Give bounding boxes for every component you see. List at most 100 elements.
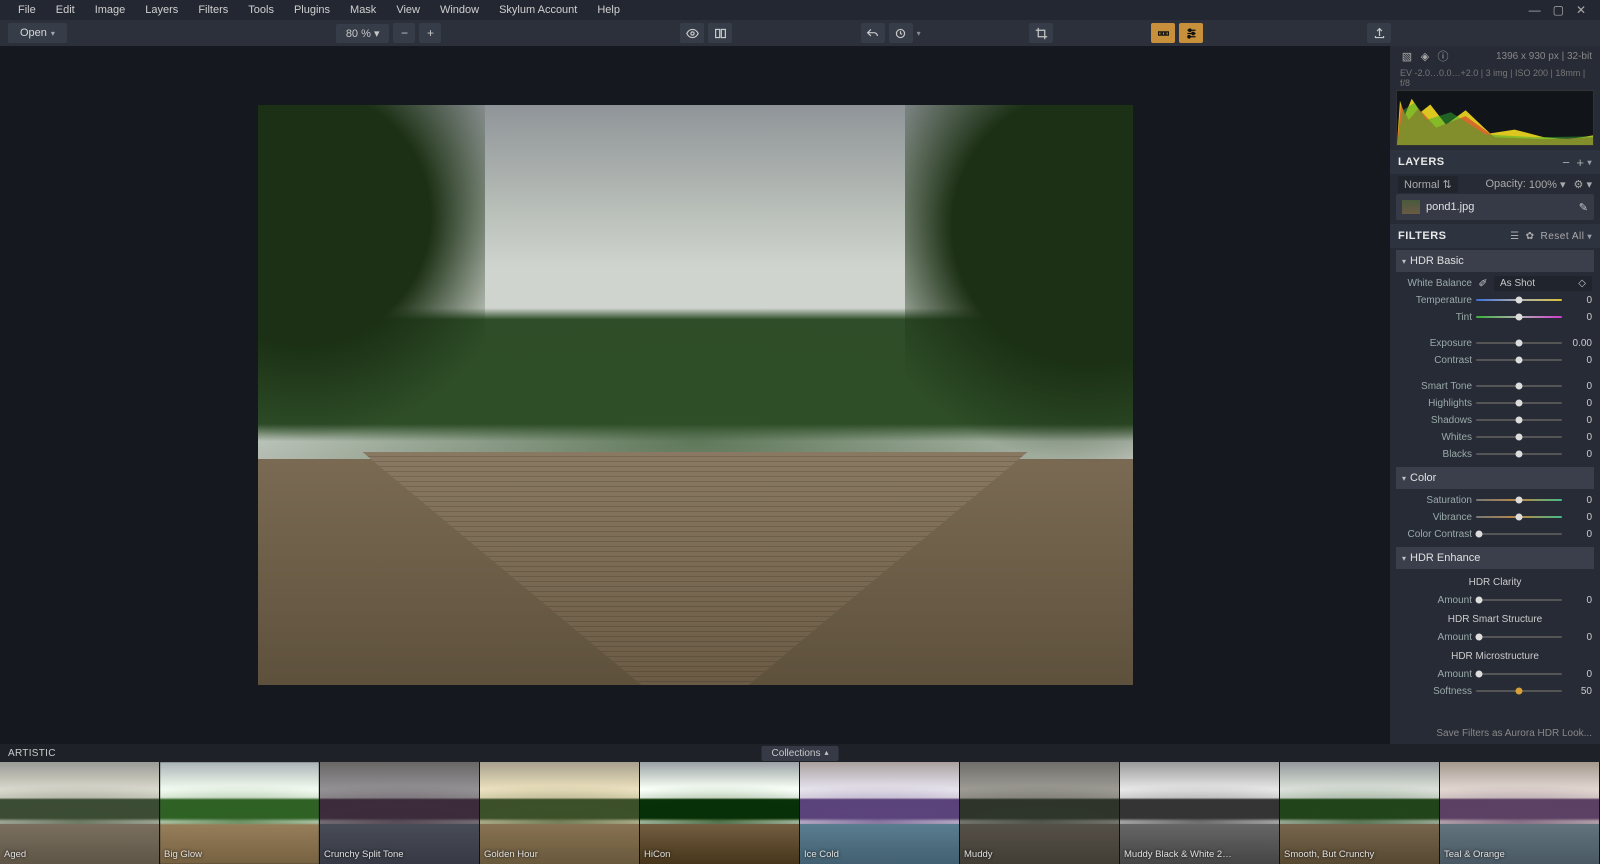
menu-file[interactable]: File bbox=[8, 1, 46, 19]
side-panel: ▧ ◈ ⓘ 1396 x 930 px | 32-bit EV -2.0…0.0… bbox=[1390, 46, 1600, 744]
filter-add-icon[interactable]: ✿ bbox=[1526, 231, 1535, 242]
slider-saturation[interactable] bbox=[1476, 499, 1562, 501]
menu-image[interactable]: Image bbox=[85, 1, 136, 19]
reset-all[interactable]: Reset All bbox=[1541, 231, 1585, 242]
wb-label: White Balance bbox=[1398, 278, 1472, 289]
preset-label: Aged bbox=[4, 849, 26, 860]
opacity-value[interactable]: 100% ▾ bbox=[1529, 178, 1566, 191]
section-color[interactable]: Color bbox=[1396, 467, 1594, 489]
blend-mode[interactable]: Normal ⇅ bbox=[1398, 176, 1458, 193]
minimize-icon[interactable]: — bbox=[1523, 0, 1547, 20]
maximize-icon[interactable]: ▢ bbox=[1547, 0, 1570, 20]
slider-softness[interactable] bbox=[1476, 690, 1562, 692]
crop-icon[interactable] bbox=[1029, 23, 1053, 43]
toolbar: Open 80 % ▾ − + ▾ bbox=[0, 20, 1600, 46]
menu-layers[interactable]: Layers bbox=[135, 1, 188, 19]
menu-help[interactable]: Help bbox=[587, 1, 630, 19]
eyedropper-icon[interactable]: ✐ bbox=[1476, 277, 1490, 290]
layers-header[interactable]: LAYERS −+ bbox=[1390, 150, 1600, 174]
add-layer-icon[interactable]: + bbox=[1576, 155, 1584, 170]
slider-color-contrast[interactable] bbox=[1476, 533, 1562, 535]
sub-micro: HDR Microstructure bbox=[1398, 647, 1592, 664]
opacity-label: Opacity: bbox=[1485, 178, 1525, 190]
menu-account[interactable]: Skylum Account bbox=[489, 1, 587, 19]
open-button[interactable]: Open bbox=[8, 23, 67, 43]
preset-item[interactable]: Ice Cold bbox=[800, 762, 960, 864]
menu-bar: File Edit Image Layers Filters Tools Plu… bbox=[0, 0, 1600, 20]
zoom-in-button[interactable]: + bbox=[419, 23, 441, 43]
exif-info: EV -2.0…0.0…+2.0 | 3 img | ISO 200 | 18m… bbox=[1390, 66, 1600, 90]
menu-edit[interactable]: Edit bbox=[46, 1, 85, 19]
filters-header[interactable]: FILTERS ☰ ✿ Reset All bbox=[1390, 224, 1600, 248]
slider-shadows[interactable] bbox=[1476, 419, 1562, 421]
histogram[interactable] bbox=[1396, 90, 1594, 146]
preset-item[interactable]: Muddy Black & White 2… bbox=[1120, 762, 1280, 864]
preset-label: Golden Hour bbox=[484, 849, 538, 860]
menu-mask[interactable]: Mask bbox=[340, 1, 386, 19]
preset-item[interactable]: Smooth, But Crunchy bbox=[1280, 762, 1440, 864]
preset-item[interactable]: Crunchy Split Tone bbox=[320, 762, 480, 864]
undo-icon[interactable] bbox=[861, 23, 885, 43]
preset-label: Muddy bbox=[964, 849, 993, 860]
canvas-area[interactable] bbox=[0, 46, 1390, 744]
save-look-link[interactable]: Save Filters as Aurora HDR Look... bbox=[1390, 723, 1600, 744]
preset-category[interactable]: ARTISTIC bbox=[8, 748, 56, 759]
share-icon[interactable] bbox=[1367, 23, 1391, 43]
menu-view[interactable]: View bbox=[386, 1, 430, 19]
zoom-out-button[interactable]: − bbox=[393, 23, 415, 43]
slider-clarity-amount[interactable] bbox=[1476, 599, 1562, 601]
slider-temperature[interactable] bbox=[1476, 299, 1562, 301]
preset-label: Muddy Black & White 2… bbox=[1124, 849, 1232, 860]
image-info-icon[interactable]: ▧ bbox=[1398, 50, 1416, 63]
collections-button[interactable]: Collections▴ bbox=[762, 746, 839, 761]
preset-label: Big Glow bbox=[164, 849, 202, 860]
slider-tint[interactable] bbox=[1476, 316, 1562, 318]
close-icon[interactable]: ✕ bbox=[1570, 0, 1592, 20]
filter-menu-icon[interactable]: ☰ bbox=[1510, 231, 1519, 242]
adjust-panel-icon[interactable] bbox=[1179, 23, 1203, 43]
section-hdr-basic[interactable]: HDR Basic bbox=[1396, 250, 1594, 272]
preset-label: Teal & Orange bbox=[1444, 849, 1505, 860]
compare-icon[interactable] bbox=[708, 23, 732, 43]
zoom-display[interactable]: 80 % ▾ bbox=[336, 24, 390, 43]
preset-label: HiCon bbox=[644, 849, 670, 860]
slider-highlights[interactable] bbox=[1476, 402, 1562, 404]
slider-contrast[interactable] bbox=[1476, 359, 1562, 361]
photo-preview bbox=[258, 105, 1133, 685]
menu-plugins[interactable]: Plugins bbox=[284, 1, 340, 19]
preset-item[interactable]: HiCon bbox=[640, 762, 800, 864]
menu-tools[interactable]: Tools bbox=[238, 1, 284, 19]
layer-row[interactable]: pond1.jpg ✎ bbox=[1396, 194, 1594, 220]
sub-clarity: HDR Clarity bbox=[1398, 573, 1592, 590]
sub-smart: HDR Smart Structure bbox=[1398, 610, 1592, 627]
preset-item[interactable]: Muddy bbox=[960, 762, 1120, 864]
menu-filters[interactable]: Filters bbox=[188, 1, 238, 19]
layer-thumb bbox=[1402, 200, 1420, 214]
info-icon[interactable]: ⓘ bbox=[1434, 48, 1452, 64]
preset-item[interactable]: Aged bbox=[0, 762, 160, 864]
image-dimensions: 1396 x 930 px | 32-bit bbox=[1496, 51, 1592, 62]
section-hdr-enhance[interactable]: HDR Enhance bbox=[1396, 547, 1594, 569]
slider-whites[interactable] bbox=[1476, 436, 1562, 438]
presets-panel-icon[interactable] bbox=[1151, 23, 1175, 43]
wb-select[interactable]: As Shot◇ bbox=[1494, 276, 1592, 291]
slider-smart-amount[interactable] bbox=[1476, 636, 1562, 638]
brush-icon[interactable]: ✎ bbox=[1579, 201, 1588, 214]
history-icon[interactable] bbox=[889, 23, 913, 43]
collapse-icon[interactable]: − bbox=[1562, 155, 1570, 170]
menu-window[interactable]: Window bbox=[430, 1, 489, 19]
preset-item[interactable]: Big Glow bbox=[160, 762, 320, 864]
slider-smarttone[interactable] bbox=[1476, 385, 1562, 387]
preset-item[interactable]: Golden Hour bbox=[480, 762, 640, 864]
slider-vibrance[interactable] bbox=[1476, 516, 1562, 518]
layer-settings-icon[interactable]: ⚙ ▾ bbox=[1574, 178, 1592, 191]
preview-icon[interactable] bbox=[680, 23, 704, 43]
preset-label: Ice Cold bbox=[804, 849, 839, 860]
presets-panel: ARTISTIC Collections▴ Aged Big Glow Crunch… bbox=[0, 744, 1600, 864]
slider-exposure[interactable] bbox=[1476, 342, 1562, 344]
slider-blacks[interactable] bbox=[1476, 453, 1562, 455]
layers-info-icon[interactable]: ◈ bbox=[1416, 50, 1434, 63]
preset-item[interactable]: Teal & Orange bbox=[1440, 762, 1600, 864]
preset-label: Smooth, But Crunchy bbox=[1284, 849, 1374, 860]
slider-micro-amount[interactable] bbox=[1476, 673, 1562, 675]
